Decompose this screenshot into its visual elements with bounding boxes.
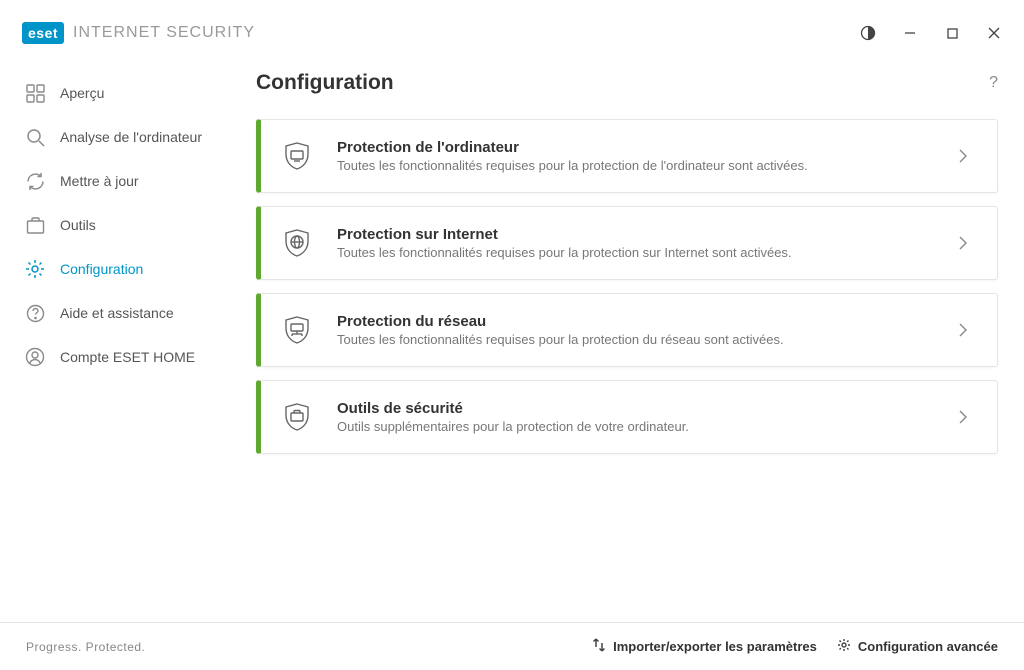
- sidebar-item-label: Mettre à jour: [60, 173, 139, 189]
- help-icon[interactable]: ?: [989, 74, 998, 92]
- card-body: Protection du réseau Toutes les fonction…: [337, 313, 953, 347]
- chevron-right-icon: [953, 233, 973, 253]
- sidebar-item-help[interactable]: Aide et assistance: [0, 291, 234, 335]
- footer-actions: Importer/exporter les paramètres Configu…: [592, 638, 998, 655]
- page-title: Configuration: [256, 71, 394, 95]
- window-controls: [860, 25, 1002, 41]
- card-security-tools[interactable]: Outils de sécurité Outils supplémentaire…: [256, 380, 998, 454]
- card-computer-protection[interactable]: Protection de l'ordinateur Toutes les fo…: [256, 119, 998, 193]
- main-header: Configuration ?: [256, 71, 998, 95]
- close-icon[interactable]: [986, 25, 1002, 41]
- card-title: Protection sur Internet: [337, 226, 953, 243]
- theme-toggle-icon[interactable]: [860, 25, 876, 41]
- card-desc: Toutes les fonctionnalités requises pour…: [337, 158, 953, 173]
- card-desc: Toutes les fonctionnalités requises pour…: [337, 332, 953, 347]
- import-export-button[interactable]: Importer/exporter les paramètres: [592, 638, 817, 655]
- main-content: Configuration ? Protection de l'ordinate…: [234, 54, 1024, 622]
- sidebar-item-label: Compte ESET HOME: [60, 349, 195, 365]
- sidebar-item-label: Analyse de l'ordinateur: [60, 129, 202, 145]
- card-body: Protection de l'ordinateur Toutes les fo…: [337, 139, 953, 173]
- sidebar-item-label: Configuration: [60, 261, 143, 277]
- shield-briefcase-icon: [279, 399, 315, 435]
- chevron-right-icon: [953, 320, 973, 340]
- sidebar-item-label: Aide et assistance: [60, 305, 174, 321]
- user-circle-icon: [25, 347, 45, 367]
- sidebar-item-update[interactable]: Mettre à jour: [0, 159, 234, 203]
- card-network-protection[interactable]: Protection du réseau Toutes les fonction…: [256, 293, 998, 367]
- card-internet-protection[interactable]: Protection sur Internet Toutes les fonct…: [256, 206, 998, 280]
- sidebar-item-label: Outils: [60, 217, 96, 233]
- card-title: Protection de l'ordinateur: [337, 139, 953, 156]
- gear-icon: [25, 259, 45, 279]
- overview-icon: [25, 83, 45, 103]
- logo-badge: eset: [22, 22, 64, 44]
- magnifier-icon: [25, 127, 45, 147]
- shield-monitor-icon: [279, 138, 315, 174]
- minimize-icon[interactable]: [902, 25, 918, 41]
- sidebar-item-account[interactable]: Compte ESET HOME: [0, 335, 234, 379]
- logo-product: INTERNET SECURITY: [73, 24, 255, 42]
- chevron-right-icon: [953, 146, 973, 166]
- sidebar-item-setup[interactable]: Configuration: [0, 247, 234, 291]
- app-logo: eset INTERNET SECURITY: [22, 22, 255, 44]
- help-circle-icon: [25, 303, 45, 323]
- maximize-icon[interactable]: [944, 25, 960, 41]
- card-body: Outils de sécurité Outils supplémentaire…: [337, 400, 953, 434]
- config-cards: Protection de l'ordinateur Toutes les fo…: [256, 119, 998, 454]
- import-export-icon: [592, 638, 606, 655]
- card-desc: Toutes les fonctionnalités requises pour…: [337, 245, 953, 260]
- card-title: Protection du réseau: [337, 313, 953, 330]
- footer-action-label: Importer/exporter les paramètres: [613, 639, 817, 654]
- sidebar-item-tools[interactable]: Outils: [0, 203, 234, 247]
- card-desc: Outils supplémentaires pour la protectio…: [337, 419, 953, 434]
- card-title: Outils de sécurité: [337, 400, 953, 417]
- titlebar: eset INTERNET SECURITY: [0, 0, 1024, 54]
- advanced-setup-button[interactable]: Configuration avancée: [837, 638, 998, 655]
- card-body: Protection sur Internet Toutes les fonct…: [337, 226, 953, 260]
- shield-globe-icon: [279, 225, 315, 261]
- footer-action-label: Configuration avancée: [858, 639, 998, 654]
- chevron-right-icon: [953, 407, 973, 427]
- sidebar-item-label: Aperçu: [60, 85, 104, 101]
- footer: Progress. Protected. Importer/exporter l…: [0, 622, 1024, 670]
- sidebar-item-scan[interactable]: Analyse de l'ordinateur: [0, 115, 234, 159]
- shield-network-icon: [279, 312, 315, 348]
- sidebar: Aperçu Analyse de l'ordinateur Mettre à …: [0, 54, 234, 622]
- refresh-icon: [25, 171, 45, 191]
- gear-small-icon: [837, 638, 851, 655]
- briefcase-icon: [25, 215, 45, 235]
- sidebar-item-overview[interactable]: Aperçu: [0, 71, 234, 115]
- tagline: Progress. Protected.: [26, 640, 145, 654]
